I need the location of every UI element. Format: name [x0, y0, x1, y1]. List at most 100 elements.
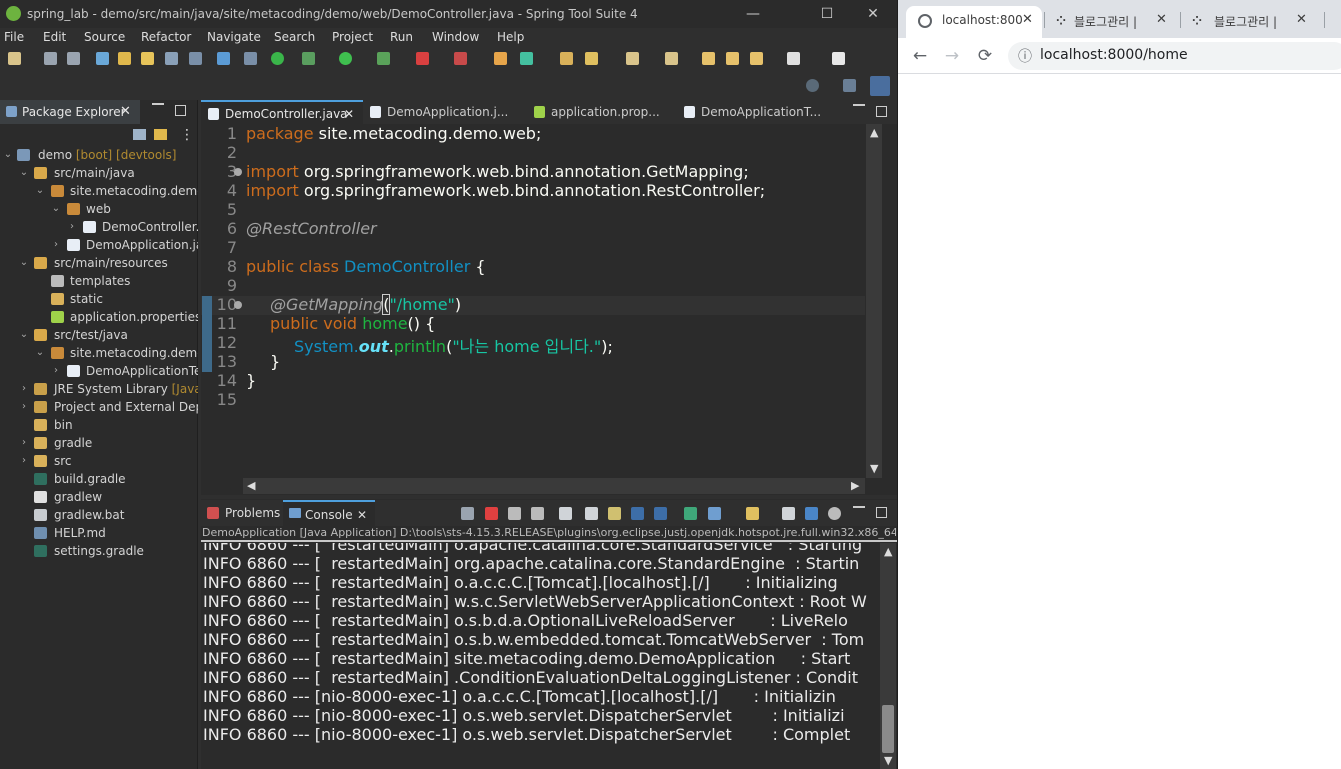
word-wrap-icon[interactable]	[608, 507, 621, 520]
tree-item-jre-library[interactable]: ›JRE System Library [JavaSE-11]	[0, 380, 198, 398]
forward-arrow-icon[interactable]	[787, 52, 800, 65]
tab-problems[interactable]: Problems	[201, 500, 283, 526]
link-with-editor-icon[interactable]	[154, 129, 167, 140]
code-editor[interactable]: 1 2 3 4 5 6 7 8 9 10 11 12 13 14 15 pack…	[201, 124, 881, 476]
highlight-icon[interactable]	[805, 507, 818, 520]
menu-edit[interactable]: Edit	[43, 30, 66, 44]
close-tab-icon[interactable]: ✕	[1296, 12, 1307, 27]
clear-console-icon[interactable]	[559, 507, 572, 520]
annotation-icon[interactable]	[585, 52, 598, 65]
close-tab-icon[interactable]: ✕	[1156, 12, 1167, 27]
next-annotation-icon[interactable]	[626, 52, 639, 65]
menu-navigate[interactable]: Navigate	[207, 30, 261, 44]
package-explorer-tab[interactable]: Package Explorer ✕	[0, 100, 140, 124]
pin-editor-icon[interactable]	[832, 52, 845, 65]
tab-application-properties[interactable]: application.prop...	[527, 100, 677, 124]
remove-launch-icon[interactable]	[508, 507, 521, 520]
terminate-icon[interactable]	[485, 507, 498, 520]
tree-item-help-md[interactable]: HELP.md	[0, 524, 198, 542]
pencil-icon[interactable]	[141, 52, 154, 65]
browser-tab-blog-2[interactable]: ⁘ 블로그관리 | ✕	[1184, 6, 1312, 38]
save-all-icon[interactable]	[67, 52, 80, 65]
show-stderr-icon[interactable]	[654, 507, 667, 520]
maximize-editor-icon[interactable]	[876, 106, 887, 117]
tree-item-src-main-resources[interactable]: ⌄ src/main/resources	[0, 254, 198, 272]
menu-search[interactable]: Search	[274, 30, 315, 44]
console-output[interactable]: INFO 6860 --- [ restartedMain] o.apache.…	[203, 543, 879, 769]
new-project-icon[interactable]	[494, 52, 507, 65]
menu-run[interactable]: Run	[390, 30, 413, 44]
view-menu-icon[interactable]: ⋮	[180, 127, 194, 143]
remove-all-icon[interactable]	[531, 507, 544, 520]
tree-item-package[interactable]: ⌄ site.metacoding.demo	[0, 182, 198, 200]
collapse-all-icon[interactable]	[133, 129, 146, 140]
tree-item-web[interactable]: ⌄ web	[0, 200, 198, 218]
menu-source[interactable]: Source	[84, 30, 125, 44]
console-scroll-thumb[interactable]	[882, 705, 894, 753]
stop-icon[interactable]	[416, 52, 429, 65]
boot-dashboard-icon[interactable]	[271, 52, 284, 65]
close-button[interactable]: ✕	[858, 4, 888, 24]
back-arrow-icon[interactable]	[750, 52, 763, 65]
prev-annotation-icon[interactable]	[665, 52, 678, 65]
tree-item-build-gradle[interactable]: build.gradle	[0, 470, 198, 488]
address-bar[interactable]: ⓘ localhost:8000/home	[1008, 42, 1341, 70]
whitespace-icon[interactable]	[189, 52, 202, 65]
menu-project[interactable]: Project	[332, 30, 373, 44]
copy-icon[interactable]	[782, 507, 795, 520]
save-icon[interactable]	[44, 52, 57, 65]
tree-item-demo-application-tests[interactable]: ›DemoApplicationTests.java	[0, 362, 198, 380]
maximize-view-icon[interactable]	[175, 105, 186, 116]
close-tab-icon[interactable]: ✕	[344, 102, 354, 126]
menu-help[interactable]: Help	[497, 30, 524, 44]
minimize-console-icon[interactable]	[853, 506, 865, 508]
close-tab-icon[interactable]: ✕	[357, 502, 367, 528]
console-icon[interactable]	[217, 52, 230, 65]
display-console-icon[interactable]	[708, 507, 721, 520]
minimize-button[interactable]: —	[738, 4, 768, 24]
tree-item-demo[interactable]: ⌄ demo [boot] [devtools]	[0, 146, 198, 164]
tree-item-application-properties[interactable]: application.properties	[0, 308, 198, 326]
scroll-lock-icon[interactable]	[585, 507, 598, 520]
reload-button[interactable]: ⟳	[975, 46, 995, 66]
tab-demo-application[interactable]: DemoApplication.j...	[363, 100, 527, 124]
tree-item-test-package[interactable]: ⌄ site.metacoding.demo	[0, 344, 198, 362]
open-folder-icon[interactable]	[560, 52, 573, 65]
minimize-view-icon[interactable]	[152, 103, 164, 105]
new-icon[interactable]	[8, 52, 21, 65]
tree-item-dependencies[interactable]: ›Project and External Dependencies	[0, 398, 198, 416]
tree-item-demo-controller[interactable]: ›DemoController.java	[0, 218, 198, 236]
tree-item-bin[interactable]: bin	[0, 416, 198, 434]
tree-item-settings-gradle[interactable]: settings.gradle	[0, 542, 198, 560]
browser-tab-blog-1[interactable]: ⁘ 블로그관리 | ✕	[1048, 6, 1176, 38]
console-vertical-scrollbar[interactable]: ▲ ▼	[880, 543, 896, 769]
java-perspective-icon[interactable]	[870, 76, 890, 96]
pin-console-icon[interactable]	[461, 507, 474, 520]
coverage-icon[interactable]	[377, 52, 390, 65]
new-console-icon[interactable]	[746, 507, 759, 520]
tab-console[interactable]: Console ✕	[283, 500, 375, 526]
debug-icon[interactable]	[302, 52, 315, 65]
external-tools-icon[interactable]	[454, 52, 467, 65]
editor-vertical-scrollbar[interactable]: ▲ ▼	[866, 124, 882, 478]
tree-item-templates[interactable]: templates	[0, 272, 198, 290]
minimize-editor-icon[interactable]	[853, 104, 865, 106]
run-icon[interactable]	[339, 52, 352, 65]
tree-item-src-main-java[interactable]: ⌄ src/main/java	[0, 164, 198, 182]
back-button[interactable]: ←	[910, 46, 930, 66]
menu-window[interactable]: Window	[432, 30, 479, 44]
skip-breakpoints-icon[interactable]	[244, 52, 257, 65]
settings-icon[interactable]	[828, 507, 841, 520]
tree-item-src-test-java[interactable]: ⌄ src/test/java	[0, 326, 198, 344]
menu-refactor[interactable]: Refactor	[141, 30, 191, 44]
menu-file[interactable]: File	[4, 30, 24, 44]
forward-button[interactable]: →	[942, 46, 962, 66]
open-type-icon[interactable]	[96, 52, 109, 65]
tab-demo-application-tests[interactable]: DemoApplicationT...	[677, 100, 827, 124]
tree-item-demo-application[interactable]: ›DemoApplication.java	[0, 236, 198, 254]
tree-item-static[interactable]: static	[0, 290, 198, 308]
maximize-console-icon[interactable]	[876, 507, 887, 518]
tree-item-gradle[interactable]: › gradle	[0, 434, 198, 452]
toggle-mark-icon[interactable]	[118, 52, 131, 65]
show-stdout-icon[interactable]	[631, 507, 644, 520]
